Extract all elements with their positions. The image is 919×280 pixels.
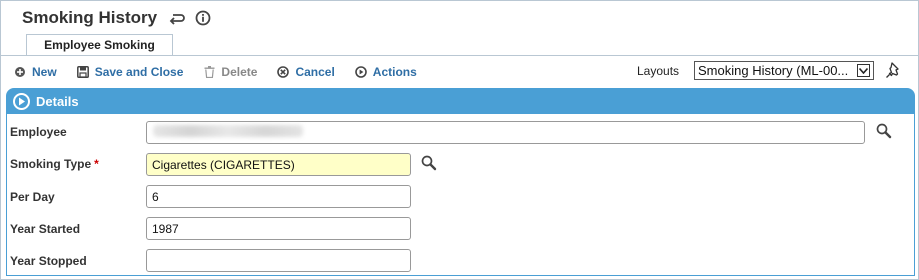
chevron-down-icon	[857, 64, 870, 77]
delete-button-label: Delete	[221, 65, 258, 79]
plus-circle-icon	[14, 66, 26, 78]
actions-button-label: Actions	[372, 65, 417, 79]
trash-icon	[203, 66, 215, 78]
info-icon[interactable]	[195, 10, 211, 26]
cancel-button-label: Cancel	[295, 65, 335, 79]
new-button[interactable]: New	[14, 65, 57, 79]
year-stopped-label: Year Stopped	[10, 254, 87, 268]
year-started-label: Year Started	[10, 222, 81, 236]
actions-button[interactable]: Actions	[354, 65, 417, 79]
employee-label: Employee	[10, 125, 67, 139]
toolbar: New Save and Close Delete Cancel Actions	[14, 63, 437, 81]
details-section-header[interactable]: Details	[6, 88, 915, 114]
year-stopped-input[interactable]	[146, 249, 411, 272]
layouts-selected-value: Smoking History (ML-00...	[698, 63, 849, 78]
save-and-close-label: Save and Close	[94, 65, 184, 79]
section-title: Details	[36, 93, 79, 109]
year-started-input[interactable]	[146, 217, 411, 240]
smoking-type-label-text: Smoking Type	[10, 157, 92, 171]
per-day-label: Per Day	[10, 190, 55, 204]
new-button-label: New	[32, 65, 57, 79]
cancel-button[interactable]: Cancel	[277, 65, 335, 79]
layouts-label: Layouts	[637, 64, 680, 78]
search-icon[interactable]	[876, 123, 892, 142]
redacted-employee-name	[153, 125, 303, 137]
required-marker: *	[94, 157, 99, 171]
tab-divider	[0, 55, 919, 56]
layouts-select[interactable]: Smoking History (ML-00...	[694, 61, 874, 80]
save-and-close-button[interactable]: Save and Close	[76, 65, 184, 79]
save-icon	[76, 66, 89, 78]
smoking-type-label: Smoking Type *	[10, 157, 99, 171]
play-circle-icon	[13, 92, 30, 110]
play-circle-icon	[354, 66, 367, 78]
pin-icon[interactable]	[885, 61, 903, 82]
return-arrow-icon[interactable]	[169, 11, 185, 25]
smoking-type-input[interactable]	[146, 153, 411, 176]
x-circle-icon	[277, 66, 290, 78]
per-day-input[interactable]	[146, 185, 411, 208]
tab-employee-smoking[interactable]: Employee Smoking	[26, 34, 173, 56]
page-title: Smoking History	[22, 8, 158, 27]
search-icon[interactable]	[421, 155, 437, 174]
title-bar: Smoking History	[22, 6, 211, 30]
delete-button[interactable]: Delete	[203, 65, 257, 79]
